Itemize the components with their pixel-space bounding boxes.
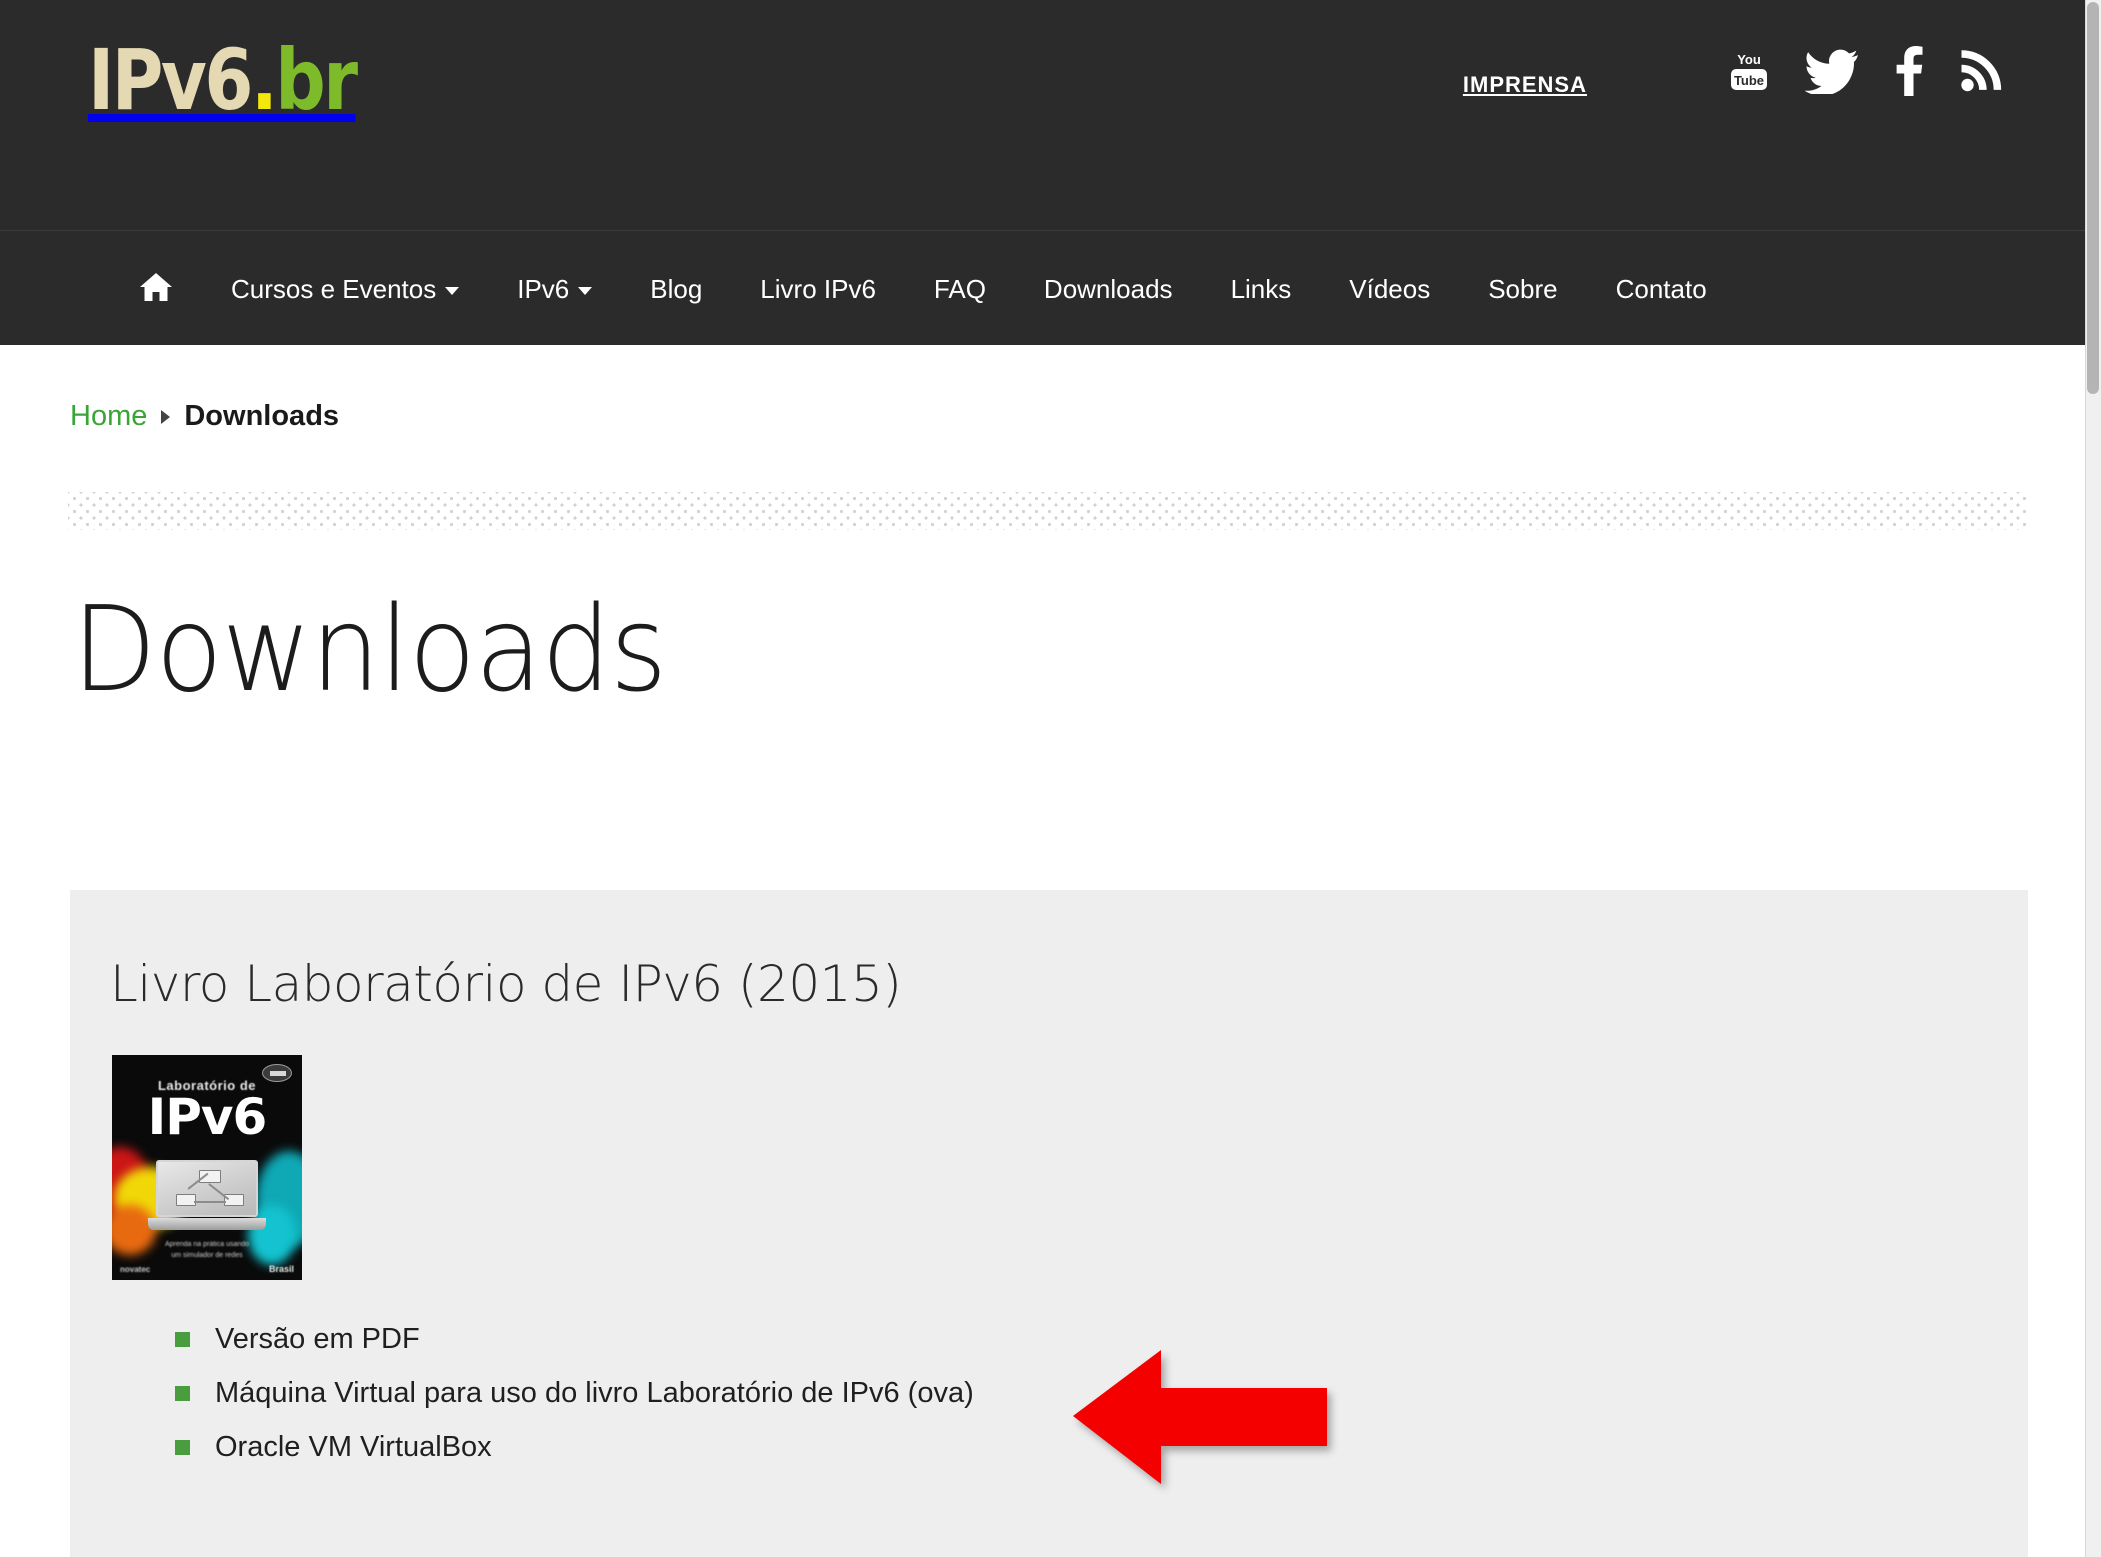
imprensa-link[interactable]: IMPRENSA xyxy=(1463,72,1587,98)
chevron-right-icon xyxy=(161,409,171,424)
nav-item-videos[interactable]: Vídeos xyxy=(1320,276,1459,302)
list-item[interactable]: Versão em PDF xyxy=(175,1312,974,1366)
nav-item-downloads[interactable]: Downloads xyxy=(1015,276,1202,302)
red-arrow-annotation xyxy=(1073,1350,1327,1484)
laptop-screen xyxy=(156,1160,258,1217)
list-item[interactable]: Máquina Virtual para uso do livro Labora… xyxy=(175,1366,974,1420)
scrollbar-thumb[interactable] xyxy=(2087,2,2099,394)
nav-item-home[interactable] xyxy=(110,271,202,307)
nav-link-livro-ipv6[interactable]: Livro IPv6 xyxy=(731,276,905,302)
nav-item-blog[interactable]: Blog xyxy=(621,276,731,302)
nav-link-videos[interactable]: Vídeos xyxy=(1320,276,1459,302)
cover-footer-line-2: um simulador de redes xyxy=(171,1251,243,1259)
page-title: Downloads xyxy=(72,580,667,718)
cover-publisher-right: Brasil xyxy=(268,1264,294,1274)
network-link-bottom xyxy=(194,1201,226,1203)
site-header: IPv6.br IMPRENSA You Tube xyxy=(0,0,2085,230)
nav-item-faq[interactable]: FAQ xyxy=(905,276,1015,302)
book-cover-thumbnail[interactable]: Laboratório de IPv6 Aprenda na prática u… xyxy=(112,1055,302,1280)
chevron-down-icon xyxy=(578,286,593,295)
network-link-right xyxy=(208,1183,230,1200)
svg-text:You: You xyxy=(1737,52,1761,67)
page-root: IPv6.br IMPRENSA You Tube Cursos e Event… xyxy=(0,0,2101,1557)
nav-label: Contato xyxy=(1615,273,1707,304)
nav-label: Downloads xyxy=(1043,273,1173,304)
downloads-list: Versão em PDF Máquina Virtual para uso d… xyxy=(175,1312,974,1474)
nav-item-livro-ipv6[interactable]: Livro IPv6 xyxy=(731,276,905,302)
nav-item-cursos[interactable]: Cursos e Eventos xyxy=(202,276,488,302)
youtube-icon[interactable]: You Tube xyxy=(1728,49,1770,98)
bullet-square-icon xyxy=(175,1439,190,1455)
nav-item-ipv6[interactable]: IPv6 xyxy=(488,276,621,302)
nav-label: IPv6 xyxy=(517,273,570,304)
nav-link-contato[interactable]: Contato xyxy=(1587,276,1736,302)
cover-laptop-illustration xyxy=(148,1160,266,1236)
logo-text-ipv6: IPv6 xyxy=(88,31,254,129)
download-link-virtualbox[interactable]: Oracle VM VirtualBox xyxy=(215,1431,492,1464)
breadcrumb-home-link[interactable]: Home xyxy=(70,400,147,433)
site-logo[interactable]: IPv6.br xyxy=(88,38,358,122)
nav-link-sobre[interactable]: Sobre xyxy=(1459,276,1586,302)
nav-link-home[interactable] xyxy=(110,271,202,307)
chevron-down-icon xyxy=(445,286,460,295)
logo-dot: . xyxy=(250,31,278,129)
breadcrumb: Home Downloads xyxy=(70,400,339,433)
nav-list: Cursos e Eventos IPv6 Blog Livro IPv6 FA… xyxy=(110,231,1736,346)
laptop-base xyxy=(148,1218,266,1230)
nav-item-sobre[interactable]: Sobre xyxy=(1459,276,1586,302)
cover-footer-line-1: Aprenda na prática usando xyxy=(164,1241,250,1248)
facebook-icon[interactable] xyxy=(1894,46,1924,101)
cover-title: IPv6 xyxy=(147,1088,268,1146)
nav-link-faq[interactable]: FAQ xyxy=(905,276,1015,302)
nav-item-links[interactable]: Links xyxy=(1202,276,1321,302)
download-link-pdf[interactable]: Versão em PDF xyxy=(215,1323,420,1356)
bullet-square-icon xyxy=(175,1385,190,1401)
nav-label: Links xyxy=(1230,273,1292,304)
logo-text-br: br xyxy=(275,31,358,129)
nav-link-links[interactable]: Links xyxy=(1202,276,1321,302)
nav-link-cursos[interactable]: Cursos e Eventos xyxy=(202,276,488,302)
nav-link-downloads[interactable]: Downloads xyxy=(1015,276,1202,302)
rss-icon[interactable] xyxy=(1959,48,2005,99)
nav-label: Sobre xyxy=(1488,273,1558,304)
bullet-square-icon xyxy=(175,1331,190,1347)
vertical-scrollbar[interactable] xyxy=(2085,0,2101,1557)
list-item[interactable]: Oracle VM VirtualBox xyxy=(175,1420,974,1474)
breadcrumb-current: Downloads xyxy=(184,400,340,432)
nav-link-blog[interactable]: Blog xyxy=(621,276,731,302)
dotted-divider xyxy=(68,492,2028,530)
social-links: You Tube xyxy=(1728,46,2005,101)
nav-label: Blog xyxy=(650,273,703,304)
svg-text:Tube: Tube xyxy=(1734,73,1764,88)
nav-label: FAQ xyxy=(933,273,986,304)
nav-label: Cursos e Eventos xyxy=(231,273,437,304)
cover-footer-text: Aprenda na prática usando um simulador d… xyxy=(112,1240,302,1261)
nav-label: Vídeos xyxy=(1349,273,1431,304)
network-node-left xyxy=(176,1194,196,1206)
nav-link-ipv6[interactable]: IPv6 xyxy=(488,276,621,302)
downloads-panel: Livro Laboratório de IPv6 (2015) Laborat… xyxy=(70,890,2028,1557)
download-link-ova[interactable]: Máquina Virtual para uso do livro Labora… xyxy=(215,1377,974,1410)
section-title: Livro Laboratório de IPv6 (2015) xyxy=(110,955,902,1013)
network-node-right xyxy=(224,1194,244,1206)
nav-item-contato[interactable]: Contato xyxy=(1587,276,1736,302)
twitter-icon[interactable] xyxy=(1804,48,1859,99)
cover-publisher-left: novatec xyxy=(120,1265,151,1274)
main-navigation: Cursos e Eventos IPv6 Blog Livro IPv6 FA… xyxy=(0,230,2085,345)
home-icon xyxy=(139,271,173,307)
nav-label: Livro IPv6 xyxy=(760,273,876,304)
